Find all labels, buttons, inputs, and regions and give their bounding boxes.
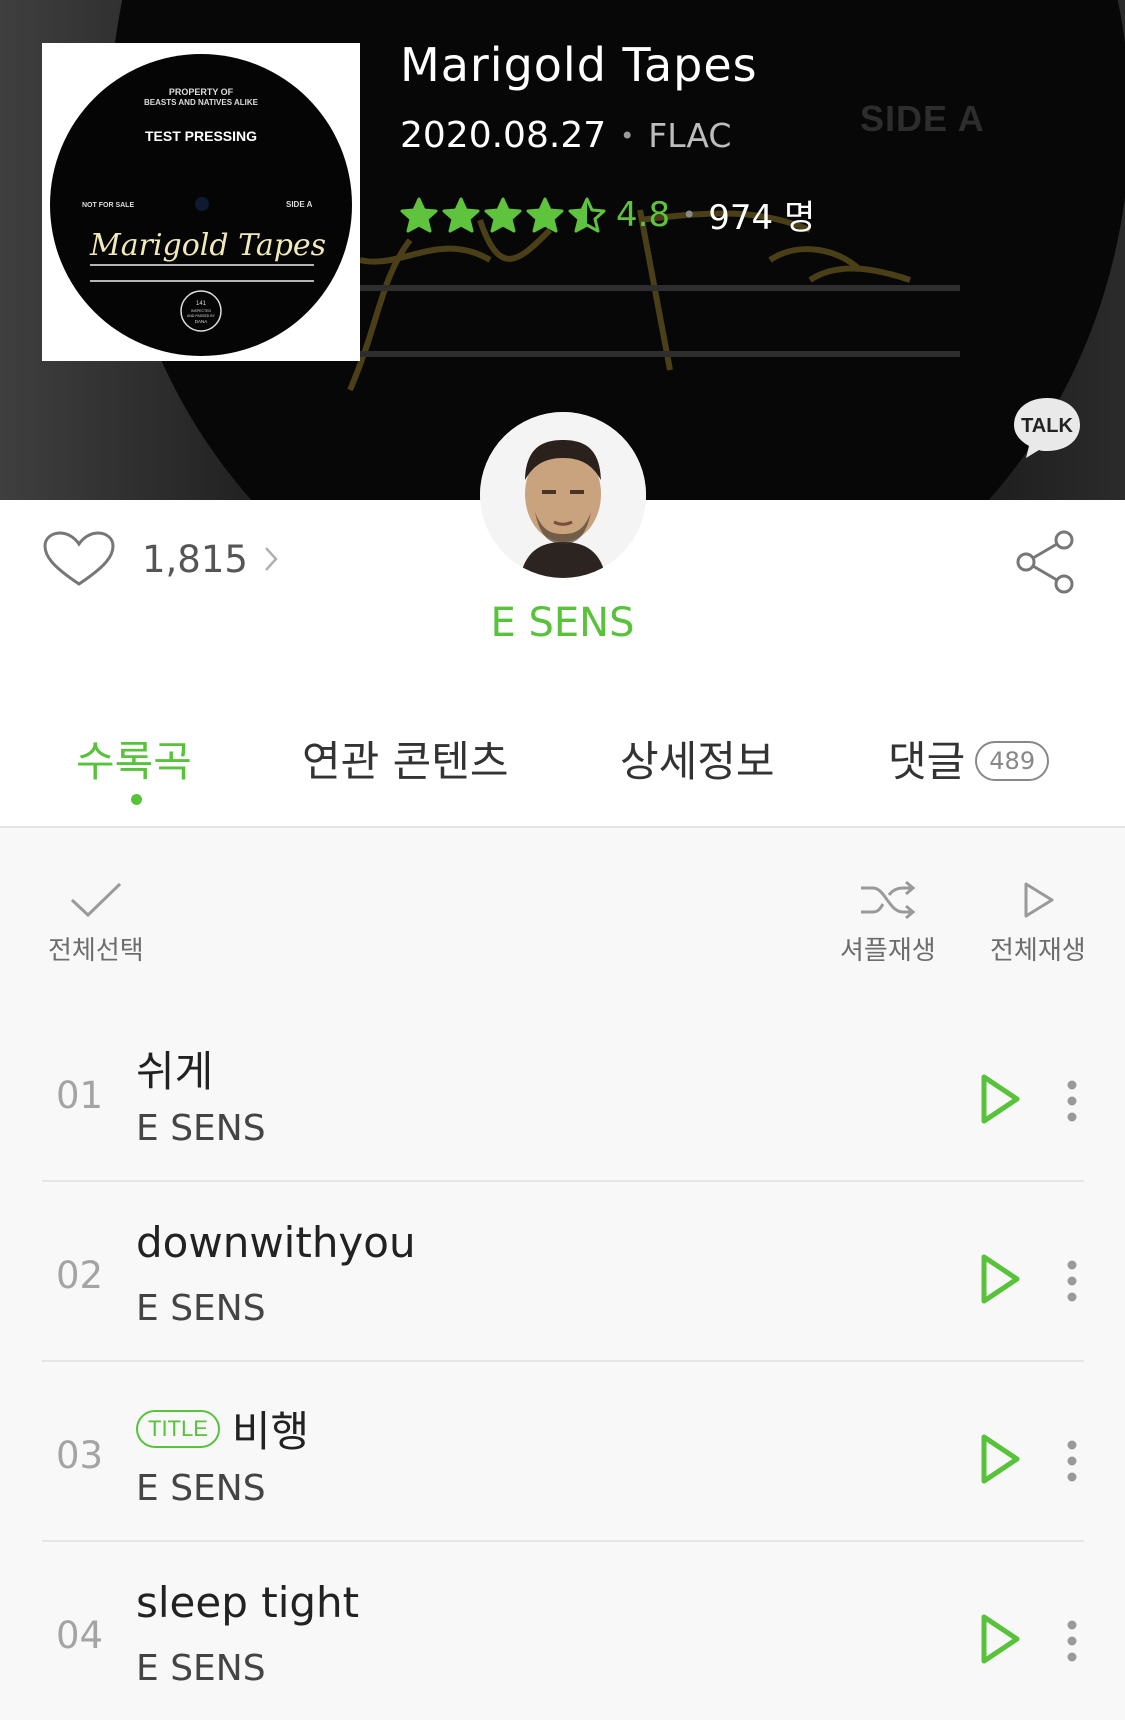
select-all-button[interactable]: 전체선택 xyxy=(48,880,144,967)
cover-script-title: Marigold Tapes xyxy=(89,228,326,263)
separator-dot: • xyxy=(682,200,697,229)
play-icon[interactable] xyxy=(978,1252,1022,1306)
active-tab-indicator xyxy=(131,794,142,805)
track-title-text: 쉬게 xyxy=(136,1047,214,1096)
rating-stars xyxy=(400,197,606,233)
release-date: 2020.08.27 xyxy=(400,115,607,156)
tab-tracks[interactable]: 수록곡 xyxy=(76,728,192,789)
cover-label-sub2: AND PASSED BY xyxy=(187,314,216,318)
cover-side: SIDE A xyxy=(286,200,313,209)
track-number: 03 xyxy=(56,1434,104,1477)
share-icon[interactable] xyxy=(1014,530,1076,594)
rating-score: 4.8 xyxy=(616,194,671,235)
title-track-badge: TITLE xyxy=(136,1409,220,1448)
shuffle-play-label: 셔플재생 xyxy=(840,936,936,966)
star-half-icon xyxy=(568,197,606,232)
track-artist[interactable]: E SENS xyxy=(136,1108,266,1149)
talk-label: TALK xyxy=(1021,415,1073,437)
rating-row[interactable]: 4.8 • 974 명 xyxy=(400,190,815,239)
cover-label-sub1: INSPECTED xyxy=(191,309,212,313)
track-title: sleep tight xyxy=(136,1578,359,1627)
like-count: 1,815 xyxy=(142,537,248,581)
play-all-button[interactable]: 전체재생 xyxy=(990,880,1086,967)
heart-icon[interactable] xyxy=(42,530,116,588)
select-all-label: 전체선택 xyxy=(48,936,144,966)
track-number: 01 xyxy=(56,1074,104,1117)
comment-count-badge: 489 xyxy=(975,740,1050,781)
track-title: TITLE 비행 xyxy=(136,1398,309,1459)
track-title-text: 비행 xyxy=(231,1407,310,1456)
shuffle-play-button[interactable]: 셔플재생 xyxy=(840,880,936,967)
star-full-icon xyxy=(484,197,522,232)
cover-label-num: 141 xyxy=(196,301,207,307)
talk-icon[interactable]: TALK xyxy=(1012,396,1082,460)
track-divider xyxy=(42,1180,1084,1182)
track-title-text: downwithyou xyxy=(136,1218,416,1267)
chevron-right-icon xyxy=(265,547,278,571)
track-title: 쉬게 xyxy=(136,1038,213,1099)
tab-comments[interactable]: 댓글 489 xyxy=(888,728,1050,789)
cover-test-pressing: TEST PRESSING xyxy=(145,128,257,144)
track-artist[interactable]: E SENS xyxy=(136,1288,266,1329)
more-vertical-icon[interactable] xyxy=(1066,1620,1078,1662)
audio-format: FLAC xyxy=(648,116,732,155)
star-full-icon xyxy=(442,197,480,232)
track-title: downwithyou xyxy=(136,1218,416,1267)
play-icon xyxy=(1024,882,1054,918)
separator-dot: • xyxy=(620,121,635,150)
artist-avatar[interactable] xyxy=(480,412,646,578)
cover-line2: BEASTS AND NATIVES ALIKE xyxy=(144,98,259,107)
rating-count: 974 명 xyxy=(708,198,816,238)
track-row[interactable]: 02 downwithyou E SENS xyxy=(0,1190,1125,1370)
track-title-text: sleep tight xyxy=(136,1578,360,1627)
tab-details[interactable]: 상세정보 xyxy=(620,728,775,789)
track-number: 02 xyxy=(56,1254,104,1297)
track-divider xyxy=(42,1540,1084,1542)
cover-line1: PROPERTY OF xyxy=(169,87,234,97)
like-button[interactable]: 1,815 xyxy=(42,530,280,588)
artist-name-link[interactable]: E SENS xyxy=(0,600,1125,646)
cover-label-sub3: DANA xyxy=(195,319,208,324)
track-artist[interactable]: E SENS xyxy=(136,1648,266,1689)
album-cover[interactable]: PROPERTY OF BEASTS AND NATIVES ALIKE TES… xyxy=(42,43,360,361)
star-full-icon xyxy=(400,197,438,232)
album-meta: 2020.08.27 • FLAC xyxy=(400,115,731,156)
star-full-icon xyxy=(526,197,564,232)
play-icon[interactable] xyxy=(978,1612,1022,1666)
track-number: 04 xyxy=(56,1614,104,1657)
shuffle-icon xyxy=(860,880,916,920)
play-all-label: 전체재생 xyxy=(990,936,1086,966)
tab-related-content[interactable]: 연관 콘텐츠 xyxy=(302,728,509,789)
play-icon[interactable] xyxy=(978,1432,1022,1486)
album-title: Marigold Tapes xyxy=(400,38,758,92)
more-vertical-icon[interactable] xyxy=(1066,1260,1078,1302)
more-vertical-icon[interactable] xyxy=(1066,1440,1078,1482)
more-vertical-icon[interactable] xyxy=(1066,1080,1078,1122)
play-icon[interactable] xyxy=(978,1072,1022,1126)
track-row[interactable]: 04 sleep tight E SENS xyxy=(0,1550,1125,1720)
track-divider xyxy=(42,1360,1084,1362)
check-icon xyxy=(70,882,121,918)
track-artist[interactable]: E SENS xyxy=(136,1468,266,1509)
background-side-label: SIDE A xyxy=(860,98,985,139)
cover-not-for-sale: NOT FOR SALE xyxy=(82,202,134,209)
track-row[interactable]: 03 TITLE 비행 E SENS xyxy=(0,1370,1125,1550)
track-row[interactable]: 01 쉬게 E SENS xyxy=(0,1010,1125,1190)
tab-comments-label: 댓글 xyxy=(888,737,966,786)
